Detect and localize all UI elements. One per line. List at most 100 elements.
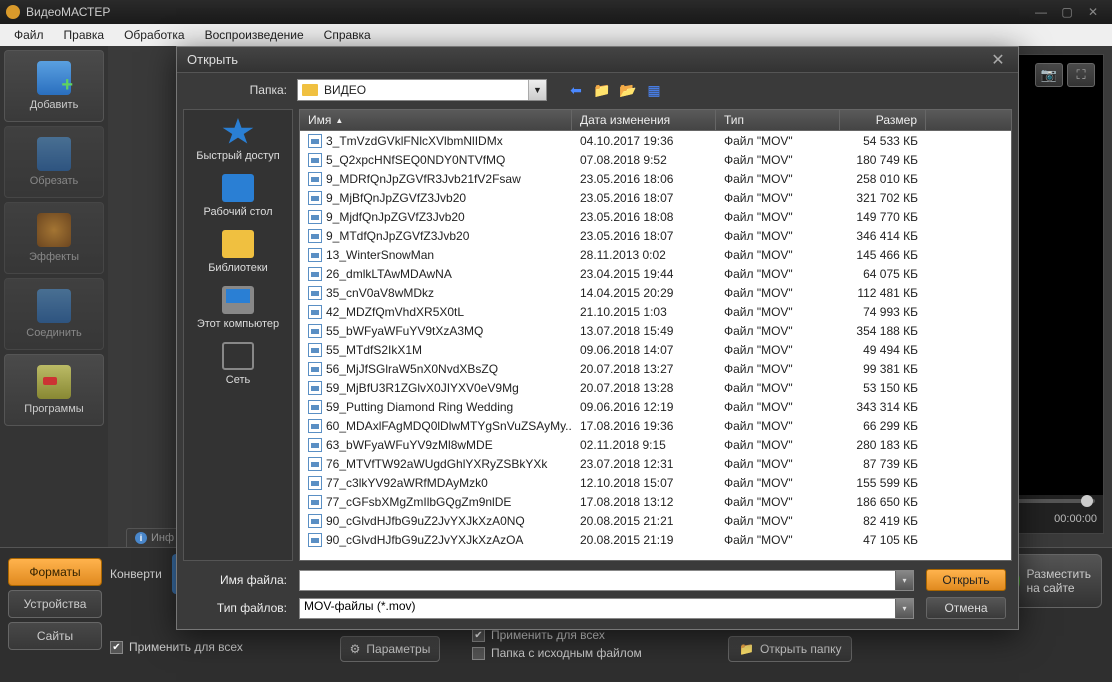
apply-all-checkbox[interactable]: ✔Применить для всех	[110, 640, 243, 654]
format-tab[interactable]: Сайты	[8, 622, 102, 650]
maximize-button[interactable]: ▢	[1054, 3, 1080, 21]
place-desk[interactable]: Рабочий стол	[203, 174, 272, 218]
file-row[interactable]: 55_bWFyaWFuYV9tXzA3MQ13.07.2018 15:49Фай…	[300, 321, 1011, 340]
add-icon	[37, 61, 71, 95]
file-row[interactable]: 77_cGFsbXMgZmIlbGQgZm9nlDE17.08.2018 13:…	[300, 492, 1011, 511]
file-row[interactable]: 5_Q2xpcHNfSEQ0NDY0NTVfMQ07.08.2018 9:52Ф…	[300, 150, 1011, 169]
open-folder-button[interactable]: 📁Открыть папку	[728, 636, 852, 662]
column-size[interactable]: Размер	[840, 110, 926, 130]
file-row[interactable]: 59_MjBfU3R1ZGlvX0JIYXV0eV9Mg20.07.2018 1…	[300, 378, 1011, 397]
file-row[interactable]: 60_MDAxlFAgMDQ0lDlwMTYgSnVuZSAyMy...17.0…	[300, 416, 1011, 435]
minimize-button[interactable]: ―	[1028, 3, 1054, 21]
parameters-button[interactable]: ⚙Параметры	[340, 636, 440, 662]
main-titlebar: ВидеоМАСТЕР ― ▢ ✕	[0, 0, 1112, 24]
file-row[interactable]: 9_MTdfQnJpZGVfZ3Jvb2023.05.2016 18:07Фай…	[300, 226, 1011, 245]
star-icon	[222, 118, 254, 146]
file-icon	[308, 153, 322, 167]
file-icon	[308, 362, 322, 376]
place-pc[interactable]: Этот компьютер	[197, 286, 279, 330]
place-star[interactable]: Быстрый доступ	[196, 118, 280, 162]
view-menu-button[interactable]: ▦	[645, 81, 663, 99]
file-row[interactable]: 35_cnV0aV8wMDkz14.04.2015 20:29Файл "MOV…	[300, 283, 1011, 302]
dialog-cancel-button[interactable]: Отмена	[926, 597, 1006, 619]
column-name[interactable]: Имя▲	[300, 110, 572, 130]
file-row[interactable]: 76_MTVfTW92aWUgdGhlYXRyZSBkYXk23.07.2018…	[300, 454, 1011, 473]
sidebar-cut-button: Обрезать	[4, 126, 104, 198]
snapshot-button[interactable]: 📷	[1035, 63, 1063, 87]
place-lib[interactable]: Библиотеки	[208, 230, 268, 274]
place-net[interactable]: Сеть	[222, 342, 254, 386]
file-row[interactable]: 9_MDRfQnJpZGVfR3Jvb21fV2Fsaw23.05.2016 1…	[300, 169, 1011, 188]
sidebar-prog-button[interactable]: Программы	[4, 354, 104, 426]
file-icon	[308, 248, 322, 262]
apply-all-2-checkbox[interactable]: ✔Применить для всех	[472, 628, 642, 642]
column-type[interactable]: Тип	[716, 110, 840, 130]
file-icon	[308, 457, 322, 471]
column-date[interactable]: Дата изменения	[572, 110, 716, 130]
file-icon	[308, 134, 322, 148]
filetype-label: Тип файлов:	[189, 601, 287, 615]
prog-icon	[37, 365, 71, 399]
file-icon	[308, 324, 322, 338]
folder-value: ВИДЕО	[324, 83, 366, 97]
menu-item[interactable]: Справка	[316, 26, 379, 44]
file-row[interactable]: 3_TmVzdGVklFNlcXVlbmNlIDMx04.10.2017 19:…	[300, 131, 1011, 150]
folder-icon: 📁	[739, 642, 754, 656]
sidebar-join-button: Соединить	[4, 278, 104, 350]
file-list-header: Имя▲ Дата изменения Тип Размер	[299, 109, 1012, 131]
fullscreen-button[interactable]: ⛶	[1067, 63, 1095, 87]
file-row[interactable]: 90_cGlvdHJfbG9uZ2JvYXJkXzAzOA20.08.2015 …	[300, 530, 1011, 549]
file-icon	[308, 305, 322, 319]
chevron-down-icon: ▼	[528, 80, 546, 100]
menu-item[interactable]: Воспроизведение	[197, 26, 312, 44]
menu-item[interactable]: Обработка	[116, 26, 193, 44]
file-row[interactable]: 55_MTdfS2IkX1M09.06.2018 14:07Файл "MOV"…	[300, 340, 1011, 359]
file-list[interactable]: 3_TmVzdGVklFNlcXVlbmNlIDMx04.10.2017 19:…	[299, 131, 1012, 561]
cut-icon	[37, 137, 71, 171]
file-row[interactable]: 77_c3lkYV92aWRfMDAyMzk012.10.2018 15:07Ф…	[300, 473, 1011, 492]
menu-item[interactable]: Правка	[56, 26, 113, 44]
file-icon	[308, 438, 322, 452]
dialog-open-button[interactable]: Открыть	[926, 569, 1006, 591]
file-icon	[308, 381, 322, 395]
file-row[interactable]: 90_cGlvdHJfbG9uZ2JvYXJkXzA0NQ20.08.2015 …	[300, 511, 1011, 530]
folder-combobox[interactable]: ВИДЕО ▼	[297, 79, 547, 101]
menu-item[interactable]: Файл	[6, 26, 52, 44]
file-icon	[308, 400, 322, 414]
app-title: ВидеоМАСТЕР	[26, 5, 110, 19]
format-tab[interactable]: Устройства	[8, 590, 102, 618]
convert-label: Конверти	[110, 567, 162, 581]
chevron-down-icon: ▾	[895, 599, 913, 618]
file-row[interactable]: 9_MjdfQnJpZGVfZ3Jvb2023.05.2016 18:08Фай…	[300, 207, 1011, 226]
file-row[interactable]: 26_dmlkLTAwMDAwNA23.04.2015 19:44Файл "M…	[300, 264, 1011, 283]
nav-back-button[interactable]: ⬅	[567, 81, 585, 99]
dialog-close-button[interactable]: ✕	[988, 50, 1008, 70]
close-button[interactable]: ✕	[1080, 3, 1106, 21]
source-folder-checkbox[interactable]: Папка с исходным файлом	[472, 646, 642, 660]
file-row[interactable]: 13_WinterSnowMan28.11.2013 0:02Файл "MOV…	[300, 245, 1011, 264]
folder-label: Папка:	[189, 83, 287, 97]
file-icon	[308, 172, 322, 186]
file-row[interactable]: 42_MDZfQmVhdXR5X0tL21.10.2015 1:03Файл "…	[300, 302, 1011, 321]
file-icon	[308, 495, 322, 509]
file-row[interactable]: 56_MjJfSGlraW5nX0NvdXBsZQ20.07.2018 13:2…	[300, 359, 1011, 378]
sidebar-add-button[interactable]: Добавить	[4, 50, 104, 122]
file-icon	[308, 419, 322, 433]
lib-icon	[222, 230, 254, 258]
file-icon	[308, 514, 322, 528]
join-icon	[37, 289, 71, 323]
net-icon	[222, 342, 254, 370]
filetype-combobox[interactable]: MOV-файлы (*.mov)▾	[299, 598, 914, 619]
info-button[interactable]: iИнф	[126, 528, 183, 548]
file-icon	[308, 343, 322, 357]
file-row[interactable]: 59_Putting Diamond Ring Wedding09.06.201…	[300, 397, 1011, 416]
file-icon	[308, 229, 322, 243]
filename-input[interactable]: ▾	[299, 570, 914, 591]
nav-up-button[interactable]: 📁	[593, 81, 611, 99]
places-sidebar: Быстрый доступ Рабочий стол Библиотеки Этот…	[183, 109, 293, 561]
new-folder-button[interactable]: 📂	[619, 81, 637, 99]
file-row[interactable]: 63_bWFyaWFuYV9zMl8wMDE02.11.2018 9:15Фай…	[300, 435, 1011, 454]
filename-label: Имя файла:	[189, 573, 287, 587]
format-tab[interactable]: Форматы	[8, 558, 102, 586]
file-row[interactable]: 9_MjBfQnJpZGVfZ3Jvb2023.05.2016 18:07Фай…	[300, 188, 1011, 207]
